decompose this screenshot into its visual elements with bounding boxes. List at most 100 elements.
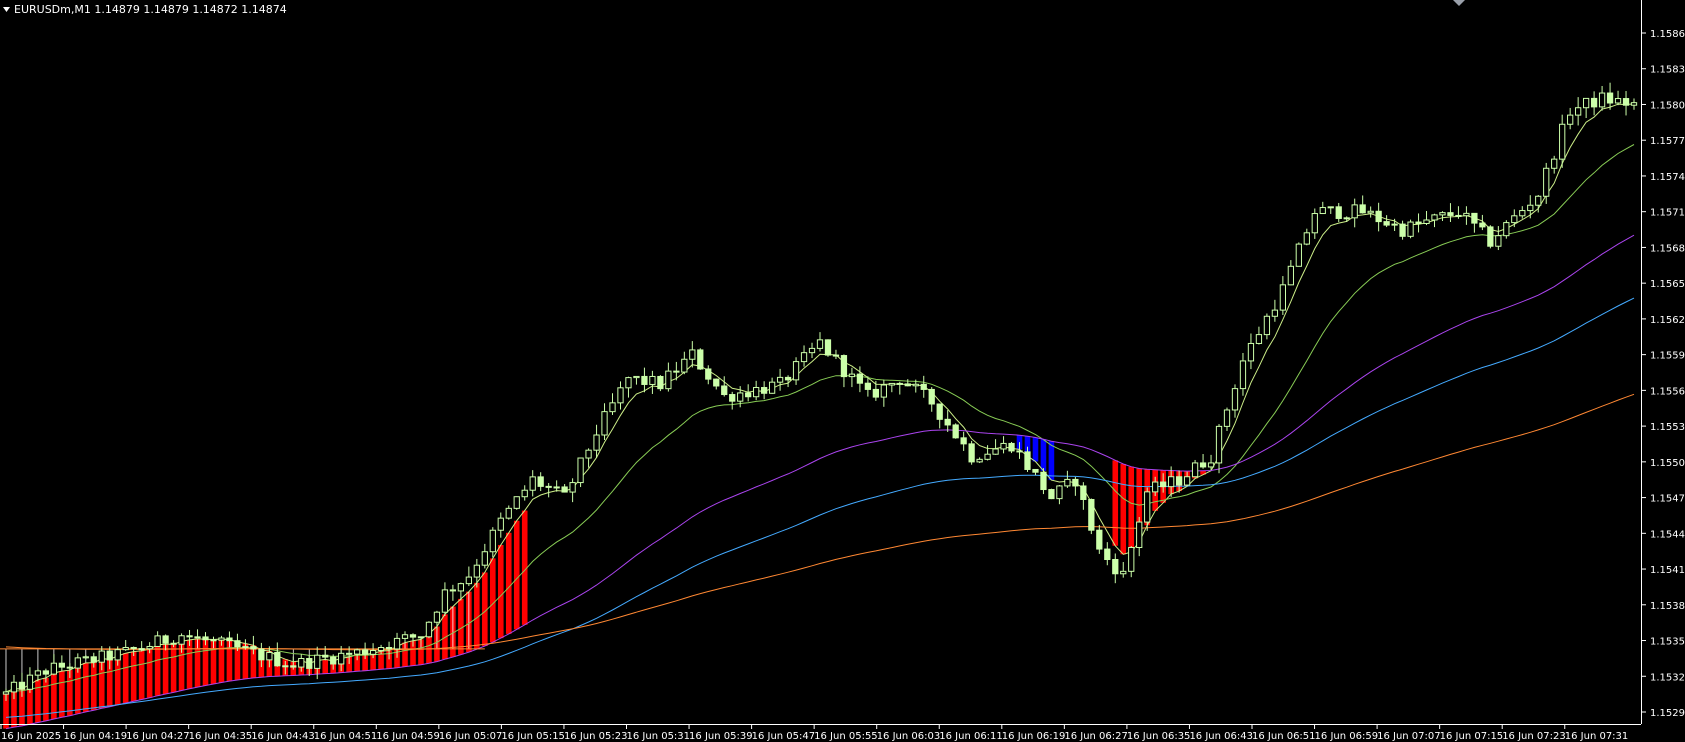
- candle-body: [90, 656, 97, 663]
- candle-body: [194, 636, 201, 639]
- price-tick-label: 1.15835: [1650, 65, 1685, 76]
- price-tick-label: 1.15445: [1650, 529, 1685, 540]
- candle-body: [593, 434, 600, 451]
- candle-body: [218, 637, 225, 641]
- candle-body: [1614, 98, 1622, 104]
- candle-body: [657, 375, 664, 390]
- candle-body: [1136, 521, 1143, 549]
- candle-body: [1575, 107, 1582, 116]
- candle-body: [1630, 102, 1638, 106]
- candle-body: [1199, 462, 1207, 468]
- candle-body: [1391, 223, 1398, 226]
- ma-band-bar: [122, 653, 129, 703]
- candle-body: [58, 662, 65, 668]
- ma-band-bar: [146, 649, 153, 698]
- time-tick-label: 16 Jun 2025: [1, 731, 61, 742]
- candle-body: [1463, 212, 1470, 217]
- candle-body: [649, 375, 656, 385]
- ma-band-bar: [1048, 441, 1055, 481]
- candle-body: [353, 649, 361, 655]
- price-tick-label: 1.15745: [1650, 172, 1685, 183]
- candle-body: [1567, 114, 1574, 125]
- time-tick-label: 16 Jun 06:43: [1189, 731, 1253, 742]
- candle-body: [1590, 97, 1598, 108]
- candle-body: [928, 388, 935, 405]
- candle-body: [1008, 442, 1015, 452]
- candle-body: [824, 339, 832, 356]
- ma-band-bar: [154, 644, 161, 696]
- candle-body: [10, 681, 18, 693]
- candle-body: [1016, 450, 1023, 453]
- candle-body: [186, 635, 193, 638]
- candle-body: [1191, 462, 1199, 478]
- candle-body: [250, 646, 257, 650]
- candle-body: [561, 486, 568, 493]
- candle-body: [936, 403, 943, 420]
- ma-band-bar: [186, 639, 193, 689]
- ma-band-bar: [35, 679, 41, 723]
- candle-body: [162, 635, 169, 644]
- ma-band-bar: [43, 677, 49, 721]
- candle-body: [545, 485, 552, 488]
- candle-body: [1327, 206, 1334, 209]
- candle-body: [1215, 425, 1223, 464]
- candle-body: [737, 392, 744, 402]
- candle-body: [1431, 214, 1438, 221]
- candle-body: [1303, 232, 1310, 245]
- candle-body: [896, 382, 903, 385]
- candle-body: [1367, 210, 1374, 214]
- candle-body: [1415, 221, 1422, 224]
- candle-body: [1551, 158, 1558, 169]
- candle-body: [1487, 226, 1494, 247]
- time-tick-label: 16 Jun 06:03: [877, 731, 941, 742]
- candle-body: [681, 358, 688, 373]
- ma-band-bar: [1040, 439, 1047, 471]
- candle-body: [617, 387, 624, 404]
- time-tick-label: 16 Jun 06:59: [1315, 731, 1379, 742]
- candle-body: [441, 589, 449, 613]
- triangle-shift-icon[interactable]: [1453, 0, 1465, 6]
- candle-body: [768, 381, 776, 394]
- candle-body: [1168, 476, 1175, 488]
- candle-body: [1024, 451, 1031, 470]
- time-tick-label: 16 Jun 06:27: [1064, 731, 1128, 742]
- candle-body: [1080, 485, 1087, 500]
- time-tick-label: 16 Jun 04:27: [126, 731, 190, 742]
- candle-body: [968, 443, 975, 463]
- price-chart[interactable]: 1.15865 1.15835 1.15805 1.15775 1.15745 1.157…: [0, 0, 1685, 742]
- ma-band-bar: [490, 558, 496, 643]
- candle-body: [122, 646, 129, 651]
- candle-body: [202, 636, 209, 641]
- candle-body: [553, 486, 560, 489]
- candle-body: [1279, 284, 1287, 311]
- price-tick-label: 1.15805: [1650, 100, 1685, 111]
- candle-body: [338, 652, 345, 665]
- candle-body: [1582, 97, 1590, 109]
- time-tick-label: 16 Jun 07:15: [1440, 731, 1504, 742]
- triangle-down-icon[interactable]: [3, 7, 10, 12]
- candle-body: [346, 652, 353, 655]
- candle-body: [1144, 491, 1151, 523]
- candle-body: [1000, 442, 1007, 450]
- ma-band-bar: [505, 532, 512, 634]
- ma-band-bar: [202, 639, 209, 686]
- time-tick-label: 16 Jun 07:07: [1377, 731, 1441, 742]
- candle-body: [1287, 265, 1294, 286]
- ma-band-bar: [83, 662, 89, 712]
- time-tick-label: 16 Jun 05:39: [689, 731, 753, 742]
- candle-body: [1455, 214, 1462, 217]
- candle-body: [1622, 98, 1630, 106]
- ma-band-bar: [90, 662, 97, 711]
- candle-body: [1399, 223, 1406, 237]
- candle-body: [210, 639, 217, 642]
- candle-body: [633, 375, 640, 379]
- candle-body: [1407, 221, 1414, 237]
- candle-body: [1120, 570, 1127, 575]
- time-tick-label: 16 Jun 05:23: [564, 731, 628, 742]
- candle-body: [489, 529, 496, 553]
- ma-band-bar: [1128, 466, 1135, 553]
- price-tick-label: 1.15865: [1650, 29, 1685, 40]
- candle-body: [521, 489, 528, 498]
- candle-body: [1447, 212, 1454, 216]
- time-tick-label: 16 Jun 05:15: [501, 731, 565, 742]
